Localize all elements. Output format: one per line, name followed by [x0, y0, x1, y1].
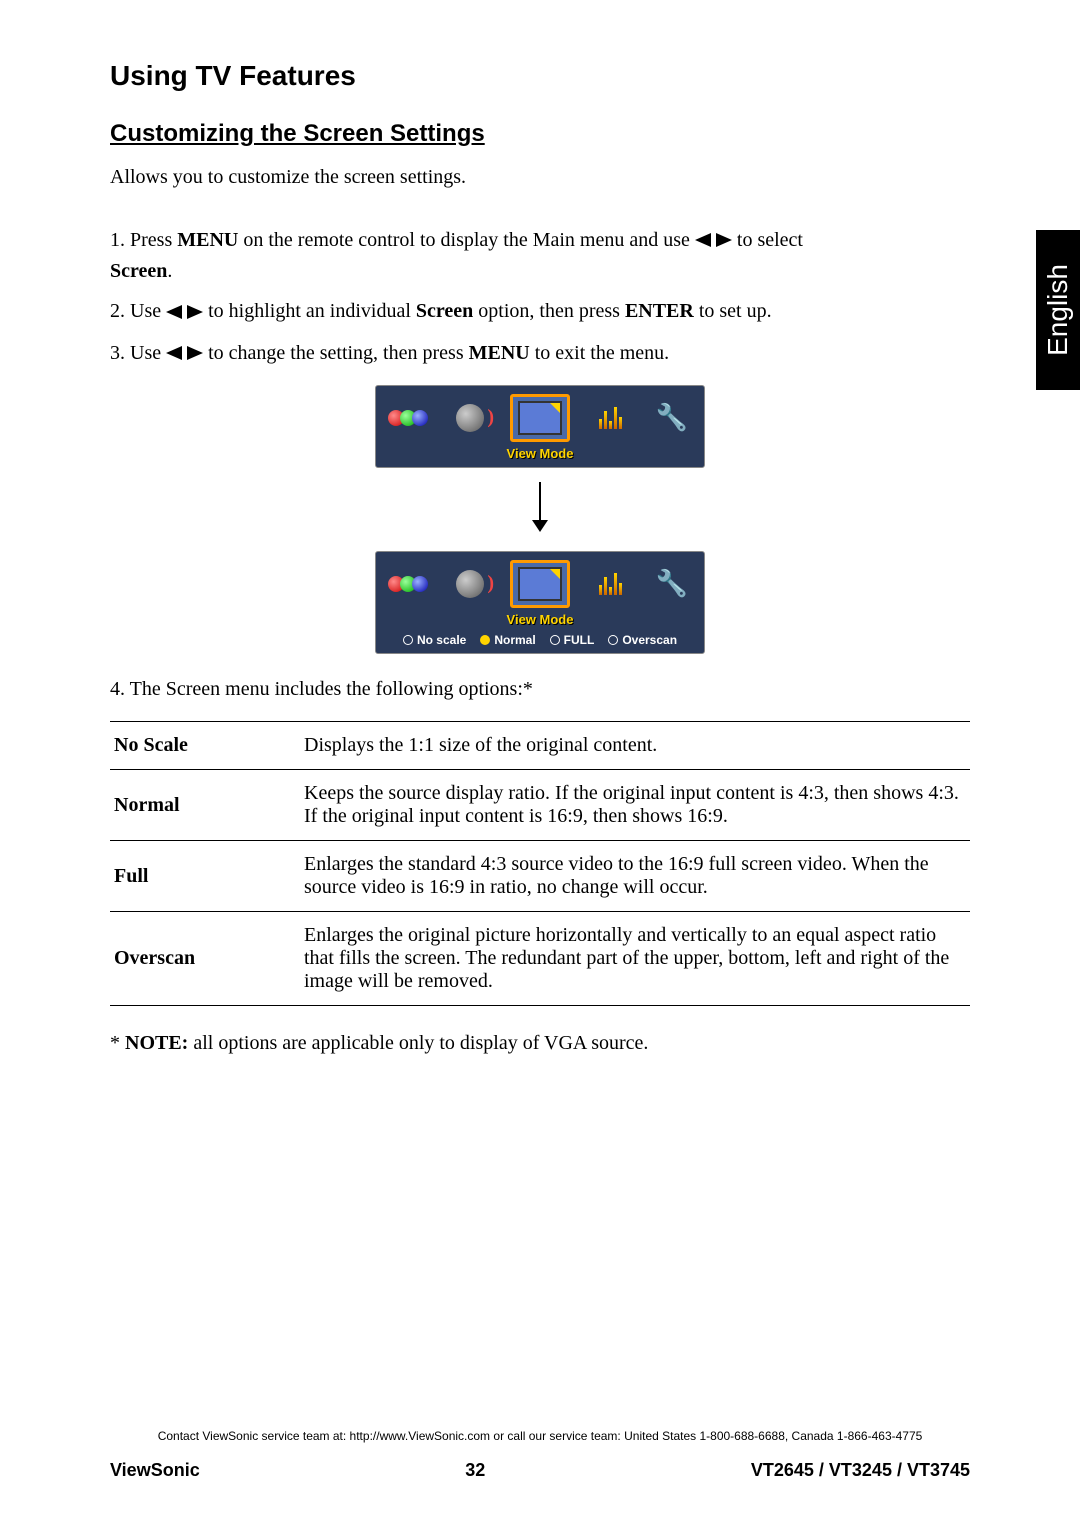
right-arrow-icon: [187, 298, 203, 328]
screen-keyword: Screen: [416, 300, 473, 322]
option-no-scale: No scale: [403, 633, 466, 647]
footer-brand: ViewSonic: [110, 1460, 200, 1481]
step-text: .: [167, 260, 172, 282]
step-text: to set up.: [694, 300, 772, 322]
screen-icon-selected: [510, 394, 570, 442]
step-4: 4. The Screen menu includes the followin…: [110, 678, 970, 701]
option-overscan: Overscan: [608, 633, 677, 647]
step-text: to change the setting, then press: [208, 342, 469, 364]
table-row: Normal Keeps the source display ratio. I…: [110, 770, 970, 841]
footer-contact: Contact ViewSonic service team at: http:…: [0, 1429, 1080, 1443]
note: * NOTE: all options are applicable only …: [110, 1032, 970, 1055]
note-bold: NOTE:: [125, 1032, 188, 1054]
option-name: No Scale: [110, 722, 300, 770]
option-label: Normal: [494, 633, 535, 647]
left-arrow-icon: [166, 339, 182, 369]
option-full: FULL: [550, 633, 595, 647]
page-content: Using TV Features Customizing the Screen…: [0, 0, 1080, 1055]
step-text: on the remote control to display the Mai…: [238, 229, 695, 251]
view-mode-options: No scale Normal FULL Overscan: [403, 633, 677, 647]
note-text: all options are applicable only to displ…: [188, 1032, 648, 1054]
right-arrow-icon: [187, 339, 203, 369]
step-text: 2. Use: [110, 300, 166, 322]
setup-icon: [588, 396, 632, 440]
subsection-title: Customizing the Screen Settings: [110, 120, 970, 148]
step-text: 3. Use: [110, 342, 166, 364]
options-table: No Scale Displays the 1:1 size of the or…: [110, 721, 970, 1006]
right-arrow-icon: [716, 226, 732, 256]
audio-icon: [448, 396, 492, 440]
step-text: to exit the menu.: [530, 342, 669, 364]
screen-icon-selected: [510, 560, 570, 608]
menu-bar-bottom: 🔧 View Mode No scale Normal FULL Oversca…: [375, 551, 705, 654]
left-arrow-icon: [695, 226, 711, 256]
step-text: option, then press: [473, 300, 625, 322]
table-row: Overscan Enlarges the original picture h…: [110, 912, 970, 1006]
option-label: Overscan: [622, 633, 677, 647]
menu-icons-row: 🔧: [386, 394, 694, 442]
step-text: to highlight an individual: [208, 300, 416, 322]
option-label: No scale: [417, 633, 466, 647]
table-row: Full Enlarges the standard 4:3 source vi…: [110, 841, 970, 912]
enter-keyword: ENTER: [625, 300, 694, 322]
menu-label: View Mode: [507, 446, 574, 461]
step-2: 2. Use to highlight an individual Screen…: [110, 296, 970, 327]
menu-label: View Mode: [507, 612, 574, 627]
step-1: 1. Press MENU on the remote control to d…: [110, 225, 970, 286]
option-name: Full: [110, 841, 300, 912]
option-desc: Enlarges the original picture horizontal…: [300, 912, 970, 1006]
footer: ViewSonic 32 VT2645 / VT3245 / VT3745: [110, 1460, 970, 1481]
step-list: 1. Press MENU on the remote control to d…: [110, 225, 970, 369]
option-desc: Keeps the source display ratio. If the o…: [300, 770, 970, 841]
menu-bar-top: 🔧 View Mode: [375, 385, 705, 468]
menu-icons-row: 🔧: [386, 560, 694, 608]
option-normal: Normal: [480, 633, 535, 647]
left-arrow-icon: [166, 298, 182, 328]
screen-keyword: Screen: [110, 260, 167, 282]
section-title: Using TV Features: [110, 60, 970, 92]
footer-models: VT2645 / VT3245 / VT3745: [751, 1460, 970, 1481]
setup-icon: [588, 562, 632, 606]
picture-icon: [386, 396, 430, 440]
table-row: No Scale Displays the 1:1 size of the or…: [110, 722, 970, 770]
footer-page: 32: [465, 1460, 485, 1481]
audio-icon: [448, 562, 492, 606]
menu-keyword: MENU: [469, 342, 530, 364]
down-arrow-icon: [528, 482, 552, 537]
picture-icon: [386, 562, 430, 606]
option-name: Normal: [110, 770, 300, 841]
intro-text: Allows you to customize the screen setti…: [110, 166, 970, 189]
option-desc: Enlarges the standard 4:3 source video t…: [300, 841, 970, 912]
option-name: Overscan: [110, 912, 300, 1006]
tools-icon: 🔧: [650, 396, 694, 440]
step-text: 1. Press: [110, 229, 177, 251]
step-text: to select: [737, 229, 803, 251]
step-3: 3. Use to change the setting, then press…: [110, 338, 970, 369]
menu-illustration: 🔧 View Mode 🔧 View Mode No scale Normal …: [110, 385, 970, 654]
menu-keyword: MENU: [177, 229, 238, 251]
option-desc: Displays the 1:1 size of the original co…: [300, 722, 970, 770]
tools-icon: 🔧: [650, 562, 694, 606]
option-label: FULL: [564, 633, 595, 647]
note-prefix: *: [110, 1032, 125, 1054]
